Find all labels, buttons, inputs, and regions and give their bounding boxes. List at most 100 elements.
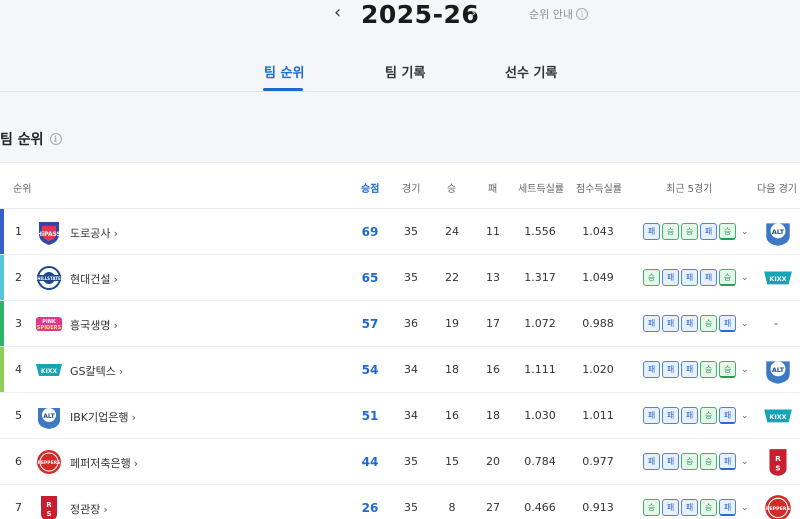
chevron-right-icon: ›: [113, 227, 118, 240]
chevron-down-icon[interactable]: ⌄: [741, 273, 749, 283]
score-ratio-cell: 1.049: [582, 271, 614, 284]
svg-text:ALT: ALT: [772, 228, 785, 236]
team-link[interactable]: 흥국생명 ›: [70, 317, 118, 333]
chevron-down-icon[interactable]: ⌄: [741, 411, 749, 421]
points-cell: 69: [361, 225, 379, 239]
table-row: 4 KIXX GS칼텍스 › 54 34 18 16 1.111 1.020 패 패 패 승 승 ⌄ ALT: [0, 347, 800, 393]
svg-text:S: S: [46, 510, 51, 518]
chevron-down-icon[interactable]: ⌄: [741, 457, 749, 467]
result-win: 승: [700, 407, 717, 424]
table-row: 1 HiPASS 도로공사 › 69 35 24 11 1.556 1.043 패 승 승 패 승 ⌄ ALT: [0, 209, 800, 255]
score-ratio-cell: 0.988: [582, 317, 614, 330]
points-cell: 44: [361, 455, 379, 469]
recent-results[interactable]: 승 패 패 패 승 ⌄: [643, 269, 749, 286]
prev-season-button[interactable]: ‹: [334, 2, 341, 23]
recent-results[interactable]: 패 승 승 패 승 ⌄: [643, 223, 749, 240]
chevron-down-icon[interactable]: ⌄: [741, 319, 749, 329]
team-link[interactable]: 페퍼저축은행 ›: [70, 455, 138, 471]
svg-text:R: R: [775, 454, 781, 463]
losses-cell: 13: [486, 271, 500, 284]
tab-team-ranking[interactable]: 팀 순위: [264, 62, 304, 81]
result-win: 승: [719, 223, 736, 240]
recent-results[interactable]: 승 패 패 승 패 ⌄: [643, 499, 749, 516]
wins-cell: 22: [445, 271, 459, 284]
svg-text:SPIDERS: SPIDERS: [37, 325, 62, 331]
next-opponent-logo[interactable]: KIXX: [762, 401, 794, 431]
header-wins: 승: [447, 184, 457, 195]
result-loss: 패: [700, 223, 717, 240]
result-loss: 패: [719, 315, 736, 332]
team-logo: HiPASS: [34, 218, 64, 246]
header-games: 경기: [402, 184, 421, 195]
result-loss: 패: [643, 223, 660, 240]
team-link[interactable]: 현대건설 ›: [70, 271, 118, 287]
chevron-down-icon[interactable]: ⌄: [741, 227, 749, 237]
rank-cell: 2: [15, 271, 22, 284]
result-loss: 패: [681, 499, 698, 516]
svg-text:KIXX: KIXX: [769, 413, 786, 421]
chevron-right-icon: ›: [131, 411, 136, 424]
team-name: GS칼텍스: [70, 365, 116, 378]
team-link[interactable]: IBK기업은행 ›: [70, 409, 136, 425]
team-logo: KIXX: [34, 356, 64, 384]
tab-team-record[interactable]: 팀 기록: [385, 62, 425, 81]
chevron-down-icon[interactable]: ⌄: [741, 503, 749, 513]
next-opponent-logo[interactable]: PEPPERS: [762, 493, 794, 519]
svg-text:PEPPERS: PEPPERS: [766, 506, 791, 512]
chevron-right-icon: ›: [118, 365, 124, 378]
svg-text:S: S: [775, 463, 780, 472]
chevron-down-icon[interactable]: ⌄: [741, 365, 749, 375]
team-link[interactable]: GS칼텍스 ›: [70, 363, 123, 379]
recent-results[interactable]: 패 패 승 승 패 ⌄: [643, 453, 749, 470]
next-opponent-logo[interactable]: KIXX: [762, 263, 794, 293]
section-info-icon[interactable]: i: [49, 133, 62, 145]
team-link[interactable]: 도로공사 ›: [70, 225, 118, 241]
chevron-right-icon: ›: [113, 273, 118, 286]
result-loss: 패: [643, 407, 660, 424]
team-logo: ALT: [34, 402, 64, 430]
result-loss: 패: [719, 499, 736, 516]
result-win: 승: [700, 315, 717, 332]
games-cell: 35: [404, 225, 418, 238]
points-cell: 65: [361, 271, 379, 285]
result-win: 승: [643, 269, 660, 286]
rank-indicator-bar: [0, 301, 4, 346]
team-link[interactable]: 정관장 ›: [70, 501, 108, 517]
result-win: 승: [719, 361, 736, 378]
header-set-ratio: 세트득실률: [518, 184, 564, 195]
losses-cell: 17: [486, 317, 500, 330]
header-points[interactable]: 승점: [361, 180, 379, 195]
next-season-button[interactable]: ›: [470, 3, 476, 22]
chevron-right-icon: ›: [103, 503, 108, 516]
set-ratio-cell: 1.556: [524, 225, 556, 238]
recent-results[interactable]: 패 패 패 승 패 ⌄: [643, 407, 749, 424]
header-losses: 패: [488, 184, 498, 195]
table-row: 3 PINK SPIDERS 흥국생명 › 57 36 19 17 1.072 0.988 패 패 패 승 패…: [0, 301, 800, 347]
next-game-empty: -: [774, 317, 778, 330]
rank-cell: 4: [15, 363, 22, 376]
losses-cell: 27: [486, 501, 500, 514]
next-opponent-logo[interactable]: ALT: [762, 217, 794, 247]
ranking-guide-link[interactable]: 순위 안내 i: [529, 6, 588, 22]
rank-cell: 1: [15, 225, 22, 238]
rank-indicator-bar: [0, 209, 4, 254]
next-opponent-logo[interactable]: RS: [762, 447, 794, 477]
wins-cell: 8: [448, 501, 456, 514]
recent-results[interactable]: 패 패 패 승 패 ⌄: [643, 315, 749, 332]
next-opponent-logo[interactable]: ALT: [762, 355, 794, 385]
recent-results[interactable]: 패 패 패 승 승 ⌄: [643, 361, 749, 378]
result-win: 승: [662, 223, 679, 240]
section-title-text: 팀 순위: [0, 132, 44, 148]
season-selector: ‹ 2025-26 › 순위 안내 i: [0, 0, 800, 34]
games-cell: 35: [404, 271, 418, 284]
tab-player-record[interactable]: 선수 기록: [505, 62, 557, 81]
points-cell: 57: [361, 317, 379, 331]
standings-table: 순위 승점 경기 승 패 세트득실률 점수득실률 최근 5경기 다음 경기 1 H…: [0, 162, 800, 519]
team-logo: PINK SPIDERS: [34, 310, 64, 338]
score-ratio-cell: 0.977: [582, 455, 614, 468]
result-loss: 패: [681, 361, 698, 378]
season-title: 2025-26: [361, 0, 480, 29]
result-win: 승: [643, 499, 660, 516]
games-cell: 34: [404, 409, 418, 422]
losses-cell: 11: [486, 225, 500, 238]
